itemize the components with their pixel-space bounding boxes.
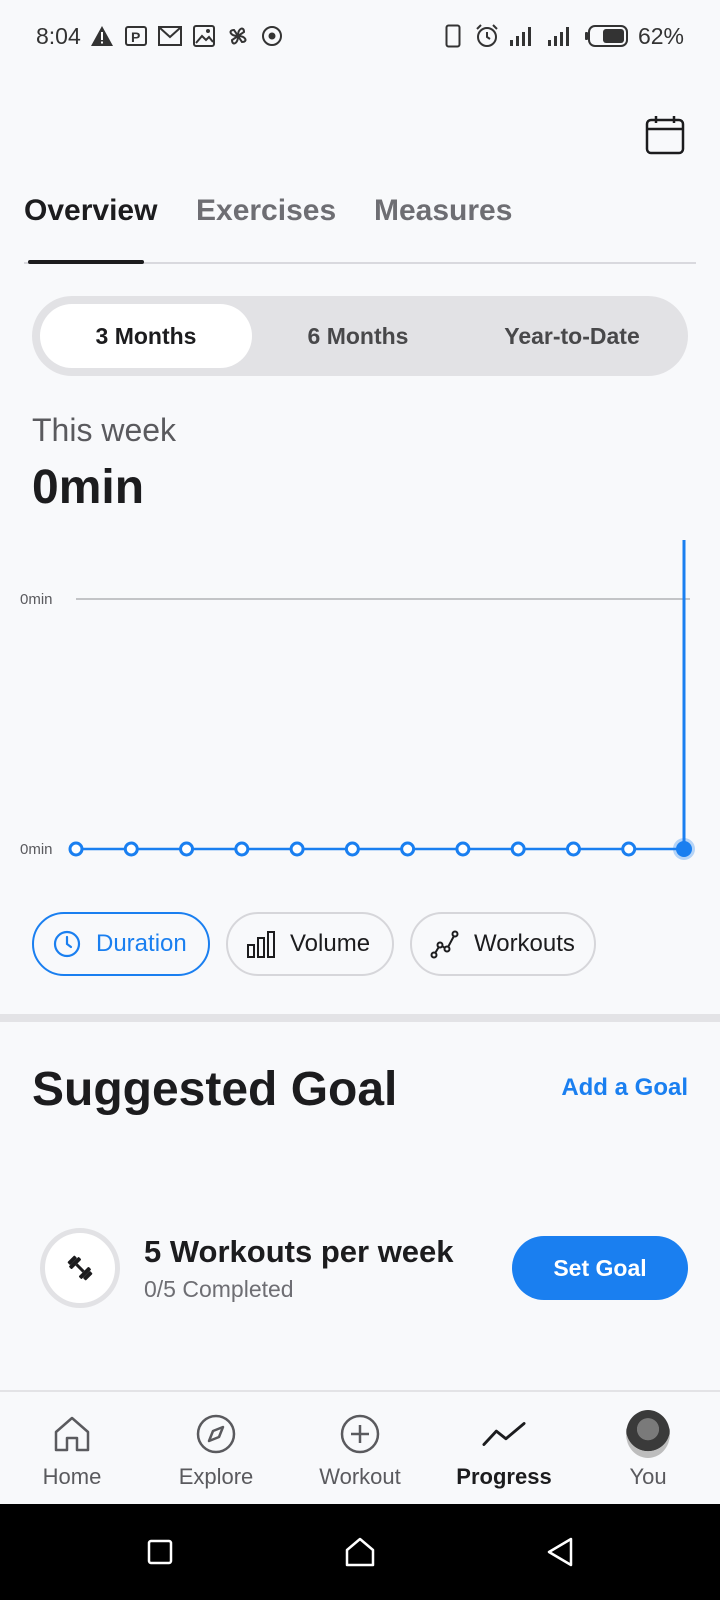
- data-point: [455, 841, 471, 857]
- range-6-months[interactable]: 6 Months: [252, 304, 464, 368]
- calendar-icon: [645, 116, 685, 155]
- data-point: [344, 841, 360, 857]
- target-icon: [259, 23, 285, 49]
- data-point: [400, 841, 416, 857]
- system-nav-bar: [0, 1504, 720, 1600]
- goal-progress-ring: [40, 1228, 120, 1308]
- avatar: [626, 1410, 670, 1458]
- pinwheel-icon: [225, 23, 251, 49]
- svg-text:P: P: [131, 29, 140, 45]
- bar-chart-icon: [247, 931, 275, 958]
- scatter-line-icon: [430, 930, 459, 959]
- plus-circle-icon: [338, 1412, 382, 1456]
- alarm-icon: [474, 23, 500, 49]
- recents-button[interactable]: [140, 1532, 180, 1572]
- set-goal-button[interactable]: Set Goal: [512, 1236, 688, 1300]
- back-icon: [547, 1537, 573, 1567]
- gmail-icon: [157, 23, 183, 49]
- clock-icon: [53, 930, 81, 958]
- data-point: [68, 841, 84, 857]
- nav-explore[interactable]: Explore: [144, 1392, 288, 1504]
- y-tick-label: 0min: [20, 591, 53, 608]
- tab-overview[interactable]: Overview: [24, 194, 157, 228]
- suggested-goal-title: Suggested Goal: [32, 1063, 398, 1116]
- bottom-nav: Home Explore Workout Progress You: [0, 1390, 720, 1504]
- top-tabs: Overview Exercises Measures: [24, 180, 696, 264]
- nav-you[interactable]: You: [576, 1392, 720, 1504]
- status-time: 8:04: [36, 22, 81, 49]
- tab-indicator: [28, 260, 144, 264]
- metric-duration-label: Duration: [96, 930, 187, 957]
- data-point: [234, 841, 250, 857]
- dumbbell-icon: [67, 1255, 93, 1281]
- back-button[interactable]: [540, 1532, 580, 1572]
- data-point: [621, 841, 637, 857]
- duration-chart[interactable]: 0min 0min: [0, 540, 720, 880]
- metric-volume-label: Volume: [290, 930, 371, 957]
- home-system-button[interactable]: [340, 1532, 380, 1572]
- tab-exercises[interactable]: Exercises: [196, 194, 336, 228]
- data-point: [179, 841, 195, 857]
- nav-home-label: Home: [42, 1464, 102, 1489]
- battery-percent: 62%: [637, 22, 684, 49]
- signal-icon: [508, 23, 538, 49]
- tab-measures[interactable]: Measures: [374, 194, 512, 228]
- range-3-months[interactable]: 3 Months: [40, 304, 252, 368]
- metric-duration[interactable]: Duration: [32, 912, 210, 976]
- parking-icon: P: [123, 23, 149, 49]
- nav-you-label: You: [629, 1464, 667, 1489]
- calendar-button[interactable]: [644, 114, 686, 156]
- metric-volume[interactable]: Volume: [226, 912, 394, 976]
- home-icon: [50, 1412, 94, 1456]
- summary-value: 0min: [32, 461, 145, 514]
- nav-home[interactable]: Home: [0, 1392, 144, 1504]
- range-year-to-date[interactable]: Year-to-Date: [464, 304, 680, 368]
- metric-workouts-label: Workouts: [474, 930, 575, 957]
- compass-icon: [194, 1412, 238, 1456]
- metric-workouts[interactable]: Workouts: [410, 912, 596, 976]
- section-divider: [0, 1014, 720, 1022]
- nav-progress[interactable]: Progress: [432, 1392, 576, 1504]
- status-bar: 8:04 P 62%: [0, 0, 720, 72]
- battery-icon: [584, 23, 630, 49]
- range-selector: 3 Months 6 Months Year-to-Date: [32, 296, 688, 376]
- nav-workout[interactable]: Workout: [288, 1392, 432, 1504]
- selected-data-point: [676, 841, 692, 857]
- warning-icon: [89, 23, 115, 49]
- signal-icon: [546, 23, 576, 49]
- trend-icon: [482, 1412, 526, 1456]
- goal-progress-text: 0/5 Completed: [144, 1276, 294, 1302]
- image-icon: [191, 23, 217, 49]
- nav-progress-label: Progress: [456, 1464, 552, 1489]
- data-point: [510, 841, 526, 857]
- recents-icon: [147, 1539, 173, 1565]
- nav-explore-label: Explore: [178, 1464, 254, 1489]
- goal-name: 5 Workouts per week: [144, 1234, 454, 1269]
- data-point: [123, 841, 139, 857]
- y-tick-label: 0min: [20, 841, 53, 858]
- phone-outline-icon: [440, 23, 466, 49]
- home-button-icon: [345, 1537, 375, 1567]
- data-point: [565, 841, 581, 857]
- summary-label: This week: [32, 412, 177, 448]
- data-point: [289, 841, 305, 857]
- add-goal-link[interactable]: Add a Goal: [561, 1074, 688, 1102]
- nav-workout-label: Workout: [319, 1464, 401, 1489]
